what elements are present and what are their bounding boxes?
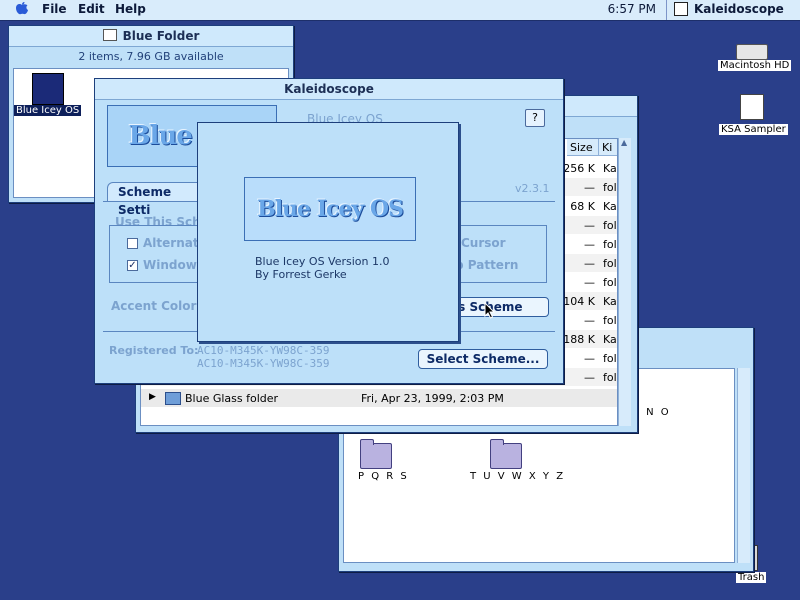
vertical-scrollbar[interactable] bbox=[737, 368, 750, 563]
kind-cell: fol bbox=[603, 181, 617, 194]
window-title: Blue Folder bbox=[122, 29, 200, 43]
blue-icey-app-icon[interactable] bbox=[32, 73, 64, 105]
item-label[interactable]: Blue Icey OS bbox=[14, 105, 82, 116]
kind-cell: fol bbox=[603, 219, 617, 232]
folder-info: 2 items, 7.96 GB available bbox=[78, 50, 224, 63]
disclosure-triangle-icon[interactable]: ▶ bbox=[149, 392, 156, 402]
folder-row-name: Blue Glass folder bbox=[185, 392, 279, 405]
accent-color-label: Accent Color: bbox=[111, 299, 202, 313]
registered-label: Registered To: bbox=[109, 344, 199, 357]
kind-cell: Ka bbox=[603, 200, 617, 213]
size-cell: — bbox=[584, 219, 595, 232]
window-title-bar[interactable]: Blue Folder bbox=[9, 26, 293, 47]
about-version-text: Blue Icey OS Version 1.0 bbox=[255, 255, 390, 268]
about-dialog[interactable]: Blue Icey OS Blue Icey OS Version 1.0 By… bbox=[197, 122, 459, 342]
size-cell: — bbox=[584, 238, 595, 251]
apple-menu-icon[interactable] bbox=[14, 1, 30, 17]
application-menu-label[interactable]: Kaleidoscope bbox=[694, 2, 784, 16]
folder-row-date: Fri, Apr 23, 1999, 2:03 PM bbox=[361, 392, 504, 405]
folder-small-icon bbox=[102, 29, 117, 41]
registration-code: AC10-M345K-YW98C-359 bbox=[197, 357, 330, 370]
pattern-label: p Pattern bbox=[455, 258, 519, 272]
size-cell: 188 K bbox=[563, 333, 595, 346]
cursor-label: Cursor bbox=[461, 236, 506, 250]
kind-cell: Ka bbox=[603, 162, 617, 175]
folder-label[interactable]: I N O bbox=[636, 407, 671, 418]
desktop-icon-label[interactable]: Macintosh HD bbox=[718, 60, 792, 71]
select-scheme-button[interactable]: Select Scheme... bbox=[418, 349, 548, 369]
menu-separator bbox=[666, 0, 667, 20]
column-header-size[interactable]: Size bbox=[567, 139, 599, 156]
menu-file[interactable]: File bbox=[42, 2, 67, 16]
registration-code: AC10-M345K-YW98C-359 bbox=[197, 344, 330, 357]
folder-label[interactable]: P Q R S bbox=[358, 471, 409, 482]
size-cell: 256 K bbox=[563, 162, 595, 175]
checkbox-window[interactable]: ✓ bbox=[127, 260, 138, 271]
kind-cell: fol bbox=[603, 314, 617, 327]
scroll-up-arrow-icon[interactable]: ▲ bbox=[621, 138, 627, 147]
folder-row[interactable]: ▶ Blue Glass folder Fri, Apr 23, 1999, 2… bbox=[141, 389, 617, 407]
hard-disk-icon[interactable] bbox=[736, 44, 768, 60]
folder-icon[interactable] bbox=[490, 439, 522, 469]
size-cell: — bbox=[584, 352, 595, 365]
kind-cell: fol bbox=[603, 371, 617, 384]
kind-cell: Ka bbox=[603, 333, 617, 346]
tab-scheme-settings[interactable]: Scheme Setti bbox=[107, 182, 207, 217]
size-cell: — bbox=[584, 371, 595, 384]
menu-edit[interactable]: Edit bbox=[78, 2, 105, 16]
size-cell: 68 K bbox=[570, 200, 595, 213]
mouse-cursor-icon bbox=[484, 302, 496, 319]
checkbox-label: Window bbox=[143, 258, 197, 272]
folder-label[interactable]: T U V W X Y Z bbox=[470, 471, 565, 482]
kind-cell: fol bbox=[603, 276, 617, 289]
version-label: v2.3.1 bbox=[515, 182, 550, 195]
vertical-scrollbar[interactable]: ▲ bbox=[618, 138, 631, 426]
kind-cell: Ka bbox=[603, 295, 617, 308]
checkbox-alternate[interactable] bbox=[127, 238, 138, 249]
window-title-bar[interactable]: Kaleidoscope bbox=[95, 79, 563, 100]
size-cell: 104 K bbox=[563, 295, 595, 308]
folder-small-icon bbox=[165, 392, 181, 405]
size-cell: — bbox=[584, 257, 595, 270]
size-cell: — bbox=[584, 314, 595, 327]
size-cell: — bbox=[584, 181, 595, 194]
kind-cell: fol bbox=[603, 352, 617, 365]
application-menu-icon[interactable] bbox=[674, 2, 688, 16]
menu-bar: File Edit Help 6:57 PM Kaleidoscope bbox=[0, 0, 800, 21]
menu-clock[interactable]: 6:57 PM bbox=[608, 2, 656, 16]
folder-icon[interactable] bbox=[360, 439, 392, 469]
logo-text: Blue Icey OS bbox=[257, 196, 404, 222]
window-title: Kaleidoscope bbox=[284, 82, 374, 96]
desktop-icon-label[interactable]: Trash bbox=[736, 572, 767, 583]
help-icon[interactable]: ? bbox=[525, 109, 545, 127]
kind-cell: fol bbox=[603, 257, 617, 270]
kind-cell: fol bbox=[603, 238, 617, 251]
about-author-text: By Forrest Gerke bbox=[255, 268, 347, 281]
document-pen-icon[interactable] bbox=[740, 94, 764, 120]
menu-help[interactable]: Help bbox=[115, 2, 146, 16]
desktop-icon-label[interactable]: KSA Sampler bbox=[719, 124, 788, 135]
size-cell: — bbox=[584, 276, 595, 289]
column-header-kind[interactable]: Ki bbox=[599, 139, 617, 156]
about-logo: Blue Icey OS bbox=[244, 177, 416, 241]
